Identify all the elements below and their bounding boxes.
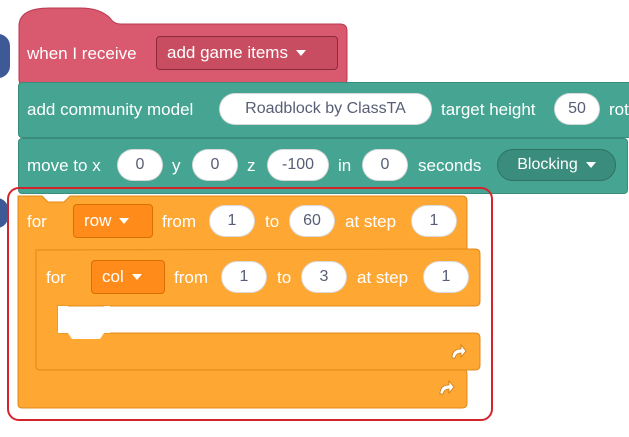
selection-highlight	[7, 187, 493, 421]
code-canvas: when I receive add game items add commun…	[0, 0, 629, 437]
